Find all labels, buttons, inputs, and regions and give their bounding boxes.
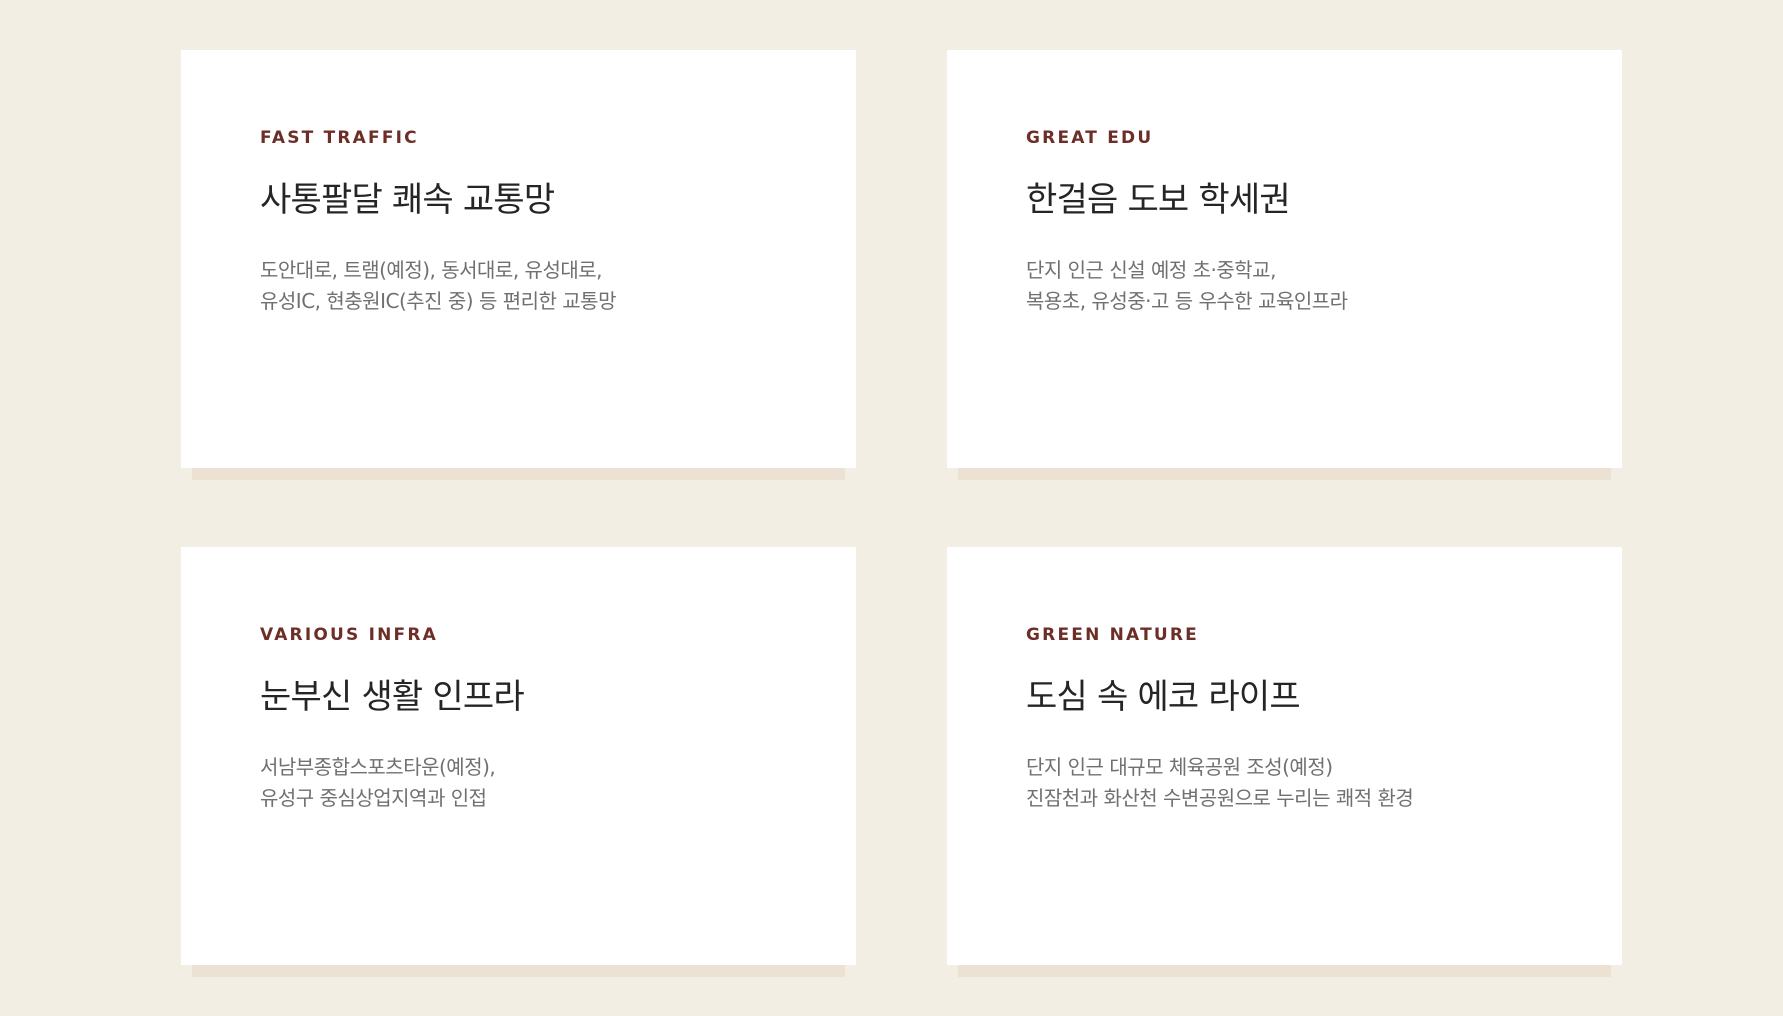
- feature-card-traffic: FAST TRAFFIC 사통팔달 쾌속 교통망 도안대로, 트램(예정), 동…: [181, 50, 856, 480]
- feature-card-infra: VARIOUS INFRA 눈부신 생활 인프라 서남부종합스포츠타운(예정),…: [181, 547, 856, 977]
- feature-card-education: GREAT EDU 한걸음 도보 학세권 단지 인근 신설 예정 초·중학교, …: [947, 50, 1622, 480]
- feature-eyebrow: GREAT EDU: [1026, 128, 1154, 148]
- feature-description-line: 유성IC, 현충원IC(추진 중) 등 편리한 교통망: [260, 289, 616, 313]
- card-shadow: [192, 965, 845, 977]
- feature-description-line: 복용초, 유성중·고 등 우수한 교육인프라: [1026, 289, 1348, 313]
- feature-card: GREAT EDU 한걸음 도보 학세권 단지 인근 신설 예정 초·중학교, …: [947, 50, 1622, 468]
- feature-card: VARIOUS INFRA 눈부신 생활 인프라 서남부종합스포츠타운(예정),…: [181, 547, 856, 965]
- feature-title: 눈부신 생활 인프라: [260, 677, 525, 717]
- feature-eyebrow: VARIOUS INFRA: [260, 625, 439, 645]
- feature-description: 단지 인근 신설 예정 초·중학교, 복용초, 유성중·고 등 우수한 교육인프…: [1026, 255, 1622, 317]
- feature-grid: FAST TRAFFIC 사통팔달 쾌속 교통망 도안대로, 트램(예정), 동…: [181, 50, 1622, 980]
- card-shadow: [958, 468, 1611, 480]
- feature-eyebrow: FAST TRAFFIC: [260, 128, 419, 148]
- feature-description-line: 서남부종합스포츠타운(예정),: [260, 755, 496, 779]
- feature-description: 단지 인근 대규모 체육공원 조성(예정) 진잠천과 화산천 수변공원으로 누리…: [1026, 752, 1622, 814]
- feature-card: FAST TRAFFIC 사통팔달 쾌속 교통망 도안대로, 트램(예정), 동…: [181, 50, 856, 468]
- feature-card-nature: GREEN NATURE 도심 속 에코 라이프 단지 인근 대규모 체육공원 …: [947, 547, 1622, 977]
- feature-title: 사통팔달 쾌속 교통망: [260, 180, 555, 220]
- feature-description-line: 단지 인근 신설 예정 초·중학교,: [1026, 258, 1276, 282]
- feature-title: 도심 속 에코 라이프: [1026, 677, 1301, 717]
- feature-description-line: 도안대로, 트램(예정), 동서대로, 유성대로,: [260, 258, 603, 282]
- feature-description-line: 유성구 중심상업지역과 인접: [260, 786, 487, 810]
- feature-description-line: 단지 인근 대규모 체육공원 조성(예정): [1026, 755, 1333, 779]
- card-shadow: [958, 965, 1611, 977]
- feature-card: GREEN NATURE 도심 속 에코 라이프 단지 인근 대규모 체육공원 …: [947, 547, 1622, 965]
- feature-title: 한걸음 도보 학세권: [1026, 180, 1291, 220]
- feature-description: 도안대로, 트램(예정), 동서대로, 유성대로, 유성IC, 현충원IC(추진…: [260, 255, 856, 317]
- feature-description: 서남부종합스포츠타운(예정), 유성구 중심상업지역과 인접: [260, 752, 856, 814]
- feature-description-line: 진잠천과 화산천 수변공원으로 누리는 쾌적 환경: [1026, 786, 1414, 810]
- card-shadow: [192, 468, 845, 480]
- feature-eyebrow: GREEN NATURE: [1026, 625, 1199, 645]
